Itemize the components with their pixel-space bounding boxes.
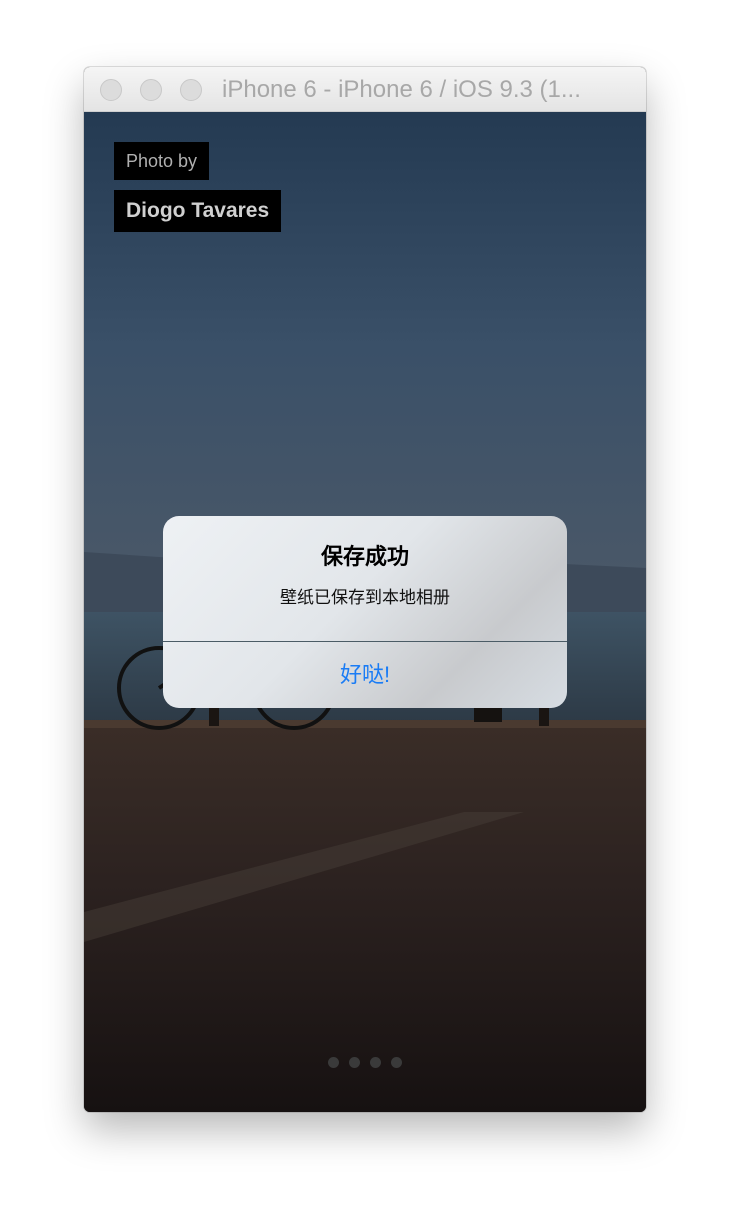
page-dot[interactable]	[328, 1057, 339, 1068]
minimize-window-button[interactable]	[140, 79, 162, 101]
page-dot[interactable]	[370, 1057, 381, 1068]
alert-message: 壁纸已保存到本地相册	[280, 588, 450, 607]
simulator-window: iPhone 6 - iPhone 6 / iOS 9.3 (1... Phot…	[84, 67, 646, 1112]
zoom-window-button[interactable]	[180, 79, 202, 101]
photo-credit-label: Photo by	[114, 142, 210, 180]
alert-title: 保存成功	[320, 544, 409, 569]
close-window-button[interactable]	[100, 79, 122, 101]
page-dot[interactable]	[349, 1057, 360, 1068]
save-success-alert: 保存成功 壁纸已保存到本地相册 好哒!	[163, 516, 567, 708]
window-title: iPhone 6 - iPhone 6 / iOS 9.3 (1...	[222, 76, 581, 103]
alert-ok-button[interactable]: 好哒!	[163, 642, 567, 708]
photo-credit-author[interactable]: Diogo Tavares	[114, 190, 282, 232]
page-indicator[interactable]	[84, 1057, 646, 1071]
device-screen[interactable]: Photo by Diogo Tavares 保存成功 壁纸已保存到本地相册 好…	[84, 112, 646, 1112]
title-bar[interactable]: iPhone 6 - iPhone 6 / iOS 9.3 (1...	[84, 67, 646, 112]
page-dot[interactable]	[391, 1057, 402, 1068]
